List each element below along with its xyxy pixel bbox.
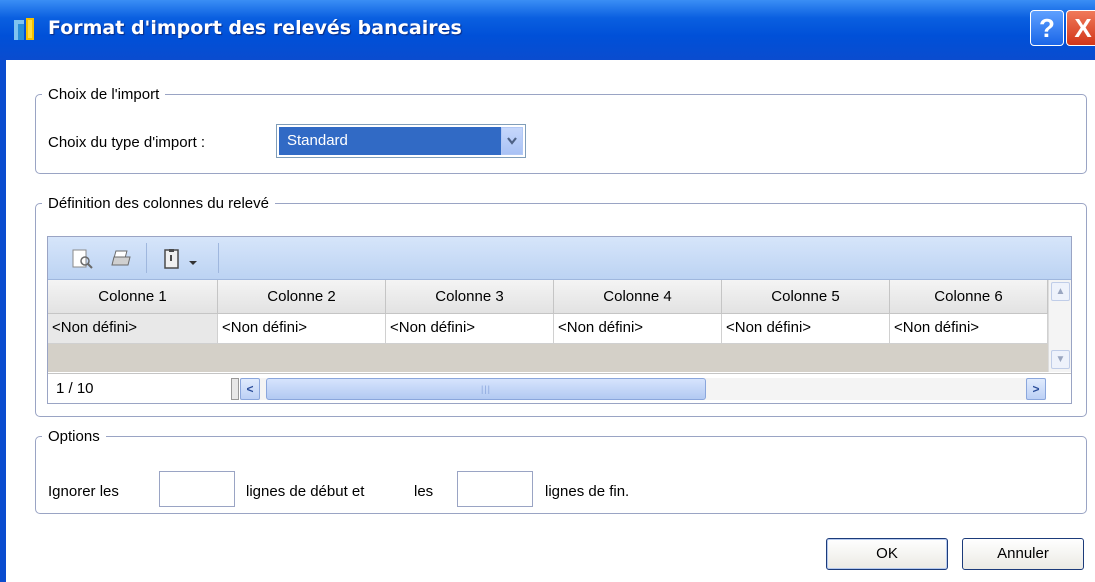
end-lines-input[interactable] bbox=[457, 471, 533, 507]
print-icon[interactable] bbox=[110, 247, 134, 271]
table-cell[interactable]: <Non défini> bbox=[48, 314, 218, 344]
table-cell[interactable]: <Non défini> bbox=[890, 314, 1048, 344]
grid-toolbar bbox=[48, 237, 1071, 280]
table-cell[interactable]: <Non défini> bbox=[722, 314, 890, 344]
toolbar-separator bbox=[146, 243, 147, 273]
columns-definition-legend: Définition des colonnes du relevé bbox=[48, 195, 269, 212]
import-type-label: Choix du type d'import : bbox=[48, 134, 206, 151]
start-lines-label: lignes de début et bbox=[246, 483, 365, 500]
column-header[interactable]: Colonne 5 bbox=[722, 280, 890, 314]
app-icon bbox=[14, 18, 34, 40]
table-cell[interactable]: <Non défini> bbox=[554, 314, 722, 344]
title-bar: Format d'import des relevés bancaires ? … bbox=[0, 0, 1095, 60]
grid-header-row: Colonne 1 Colonne 2 Colonne 3 Colonne 4 … bbox=[48, 280, 1048, 314]
column-header[interactable]: Colonne 3 bbox=[386, 280, 554, 314]
dropdown-arrow-icon[interactable] bbox=[186, 247, 200, 271]
import-type-select[interactable]: Standard bbox=[276, 124, 526, 158]
options-legend: Options bbox=[48, 428, 100, 445]
table-row: <Non défini> <Non défini> <Non défini> <… bbox=[48, 314, 1048, 344]
table-cell[interactable]: <Non défini> bbox=[386, 314, 554, 344]
window-border bbox=[0, 60, 6, 582]
clipboard-icon[interactable] bbox=[160, 247, 184, 271]
ok-button[interactable]: OK bbox=[826, 538, 948, 570]
scroll-right-icon[interactable]: > bbox=[1026, 378, 1046, 400]
import-format-dialog: Format d'import des relevés bancaires ? … bbox=[0, 0, 1095, 582]
column-header[interactable]: Colonne 4 bbox=[554, 280, 722, 314]
vertical-scrollbar[interactable]: ▲ ▼ bbox=[1048, 280, 1071, 372]
scroll-down-icon[interactable]: ▼ bbox=[1051, 350, 1070, 369]
chevron-down-icon[interactable] bbox=[501, 127, 523, 155]
column-header[interactable]: Colonne 2 bbox=[218, 280, 386, 314]
column-header[interactable]: Colonne 1 bbox=[48, 280, 218, 314]
import-choice-group: Choix de l'import bbox=[35, 86, 1087, 174]
grid-empty-area bbox=[48, 344, 1048, 372]
help-button[interactable]: ? bbox=[1030, 10, 1064, 46]
import-choice-legend: Choix de l'import bbox=[48, 86, 160, 103]
window-title: Format d'import des relevés bancaires bbox=[48, 17, 462, 39]
horizontal-scrollbar[interactable]: < ||| > bbox=[240, 378, 1046, 400]
ignore-label: Ignorer les bbox=[48, 483, 119, 500]
scroll-up-icon[interactable]: ▲ bbox=[1051, 282, 1070, 301]
import-type-value: Standard bbox=[279, 127, 501, 155]
columns-grid: Colonne 1 Colonne 2 Colonne 3 Colonne 4 … bbox=[47, 236, 1072, 404]
scroll-thumb[interactable]: ||| bbox=[266, 378, 706, 400]
cancel-button[interactable]: Annuler bbox=[962, 538, 1084, 570]
scroll-left-icon[interactable]: < bbox=[240, 378, 260, 400]
end-lines-label: lignes de fin. bbox=[545, 483, 630, 500]
page-indicator: 1 / 10 bbox=[56, 380, 94, 397]
grid-footer: 1 / 10 < ||| > bbox=[48, 373, 1071, 403]
splitter-handle[interactable] bbox=[231, 378, 239, 400]
preview-icon[interactable] bbox=[70, 247, 94, 271]
start-lines-input[interactable] bbox=[159, 471, 235, 507]
close-button[interactable]: X bbox=[1066, 10, 1095, 46]
column-header[interactable]: Colonne 6 bbox=[890, 280, 1048, 314]
table-cell[interactable]: <Non défini> bbox=[218, 314, 386, 344]
les-label: les bbox=[414, 483, 434, 500]
toolbar-separator bbox=[218, 243, 219, 273]
